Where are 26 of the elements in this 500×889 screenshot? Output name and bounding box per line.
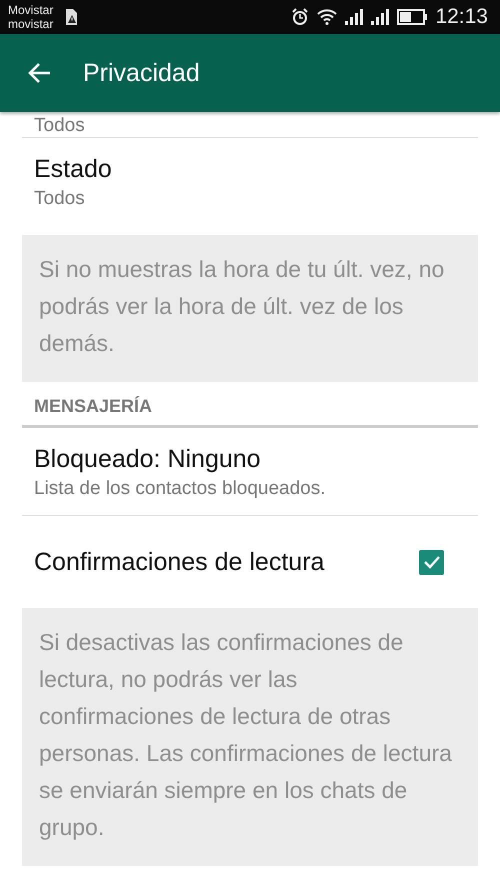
back-arrow-icon[interactable] (27, 62, 51, 84)
info-note: Si no muestras la hora de tu últ. vez, no podrás ver la hora de últ. vez de los demás. (22, 235, 478, 382)
settings-row[interactable]: Bloqueado: Ninguno Lista de los contactos bloqueados. (22, 428, 478, 516)
alarm-icon (291, 8, 310, 26)
section-header: MENSAJERÍA (22, 382, 478, 428)
check-icon (422, 555, 440, 569)
battery-icon (397, 9, 428, 25)
signal-icon (371, 9, 390, 25)
row-title: Bloqueado: Ninguno (34, 444, 262, 475)
settings-row[interactable]: Estado Todos (22, 138, 478, 225)
clock-time: 12:13 (435, 5, 488, 29)
row-subtitle: Todos (34, 115, 85, 137)
settings-row[interactable]: Todos (22, 112, 478, 138)
signal-icon (345, 9, 364, 25)
row-title: Confirmaciones de lectura (34, 547, 324, 578)
row-subtitle: Todos (34, 187, 86, 211)
row-subtitle: Lista de los contactos bloqueados. (34, 477, 327, 501)
carrier-name: movistar (8, 17, 54, 31)
settings-row[interactable]: Confirmaciones de lectura (22, 516, 478, 608)
sim-warning-icon (63, 8, 80, 26)
row-title: Estado (34, 154, 113, 185)
wifi-icon (317, 9, 338, 25)
screen-title: Privacidad (83, 58, 200, 88)
carrier-name: Movistar (8, 3, 54, 17)
info-note: Si desactivas las confirmaciones de lectura, no podrás ver las confirmaciones de lectura de otras personas. Las confirmaciones de lectura se enviarán siempre en los chats de grupo. (22, 608, 478, 866)
checkbox[interactable] (419, 550, 444, 574)
